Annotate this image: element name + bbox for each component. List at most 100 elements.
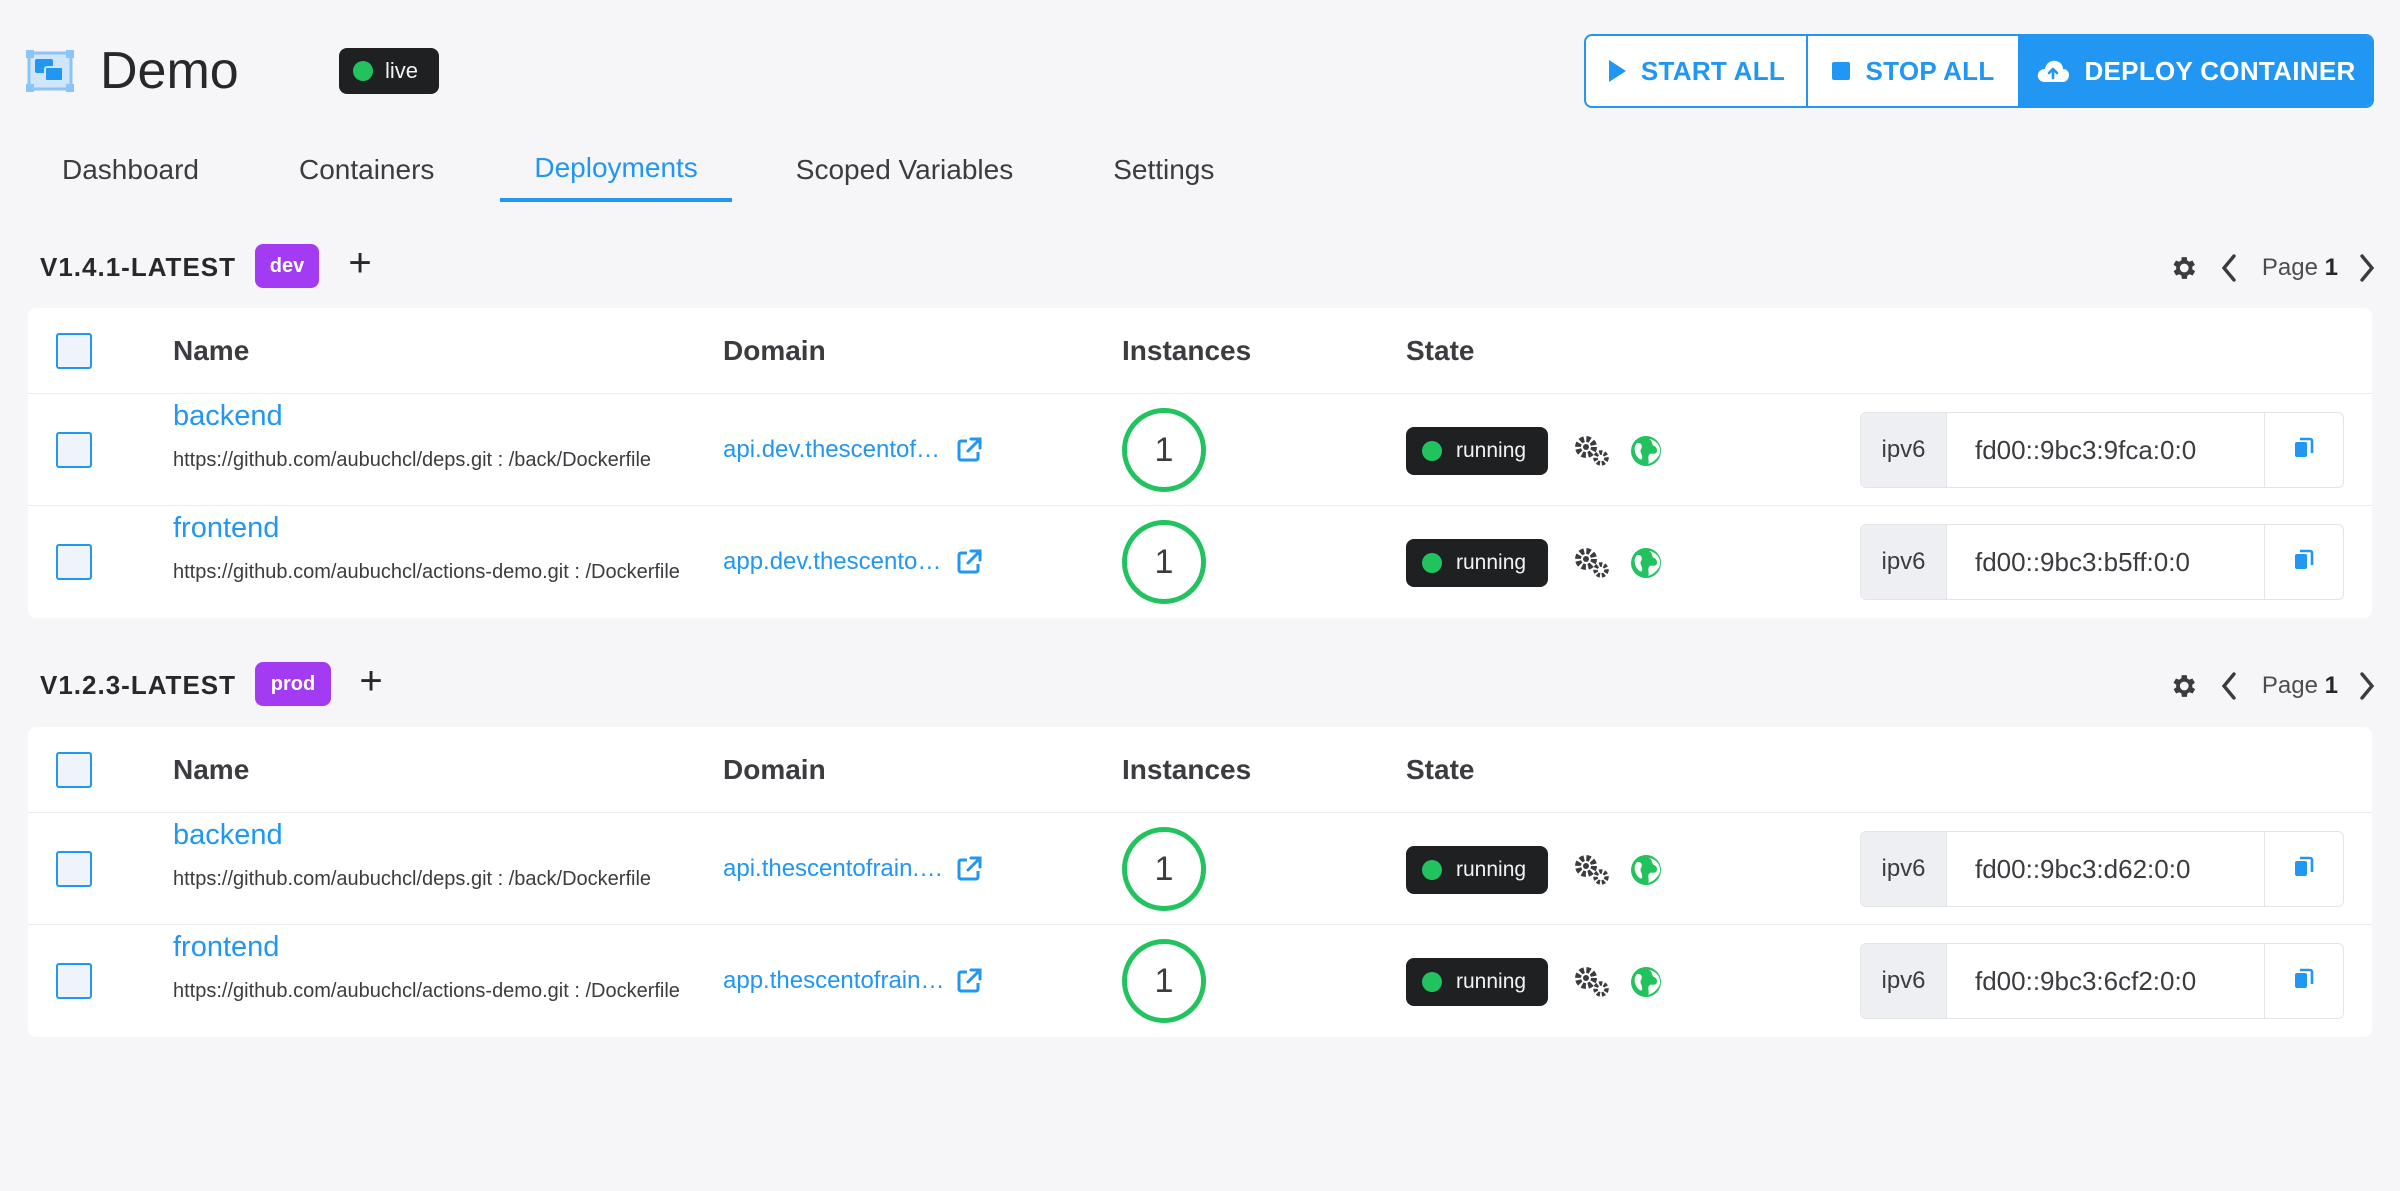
select-all-checkbox[interactable] xyxy=(56,333,92,369)
row-checkbox[interactable] xyxy=(56,432,92,468)
deploy-container-button[interactable]: DEPLOY CONTAINER xyxy=(2020,36,2372,106)
globe-icon[interactable] xyxy=(1629,434,1663,468)
domain-text: app.thescentofrain.com xyxy=(723,967,945,994)
deployments-table: Name Domain Instances State backend http… xyxy=(28,727,2372,1037)
add-deployment-button[interactable]: + xyxy=(349,656,393,706)
column-domain: Domain xyxy=(723,754,826,785)
copy-ip-button[interactable] xyxy=(2265,832,2343,906)
live-status-label: live xyxy=(385,58,419,83)
tab-dashboard[interactable]: Dashboard xyxy=(28,138,233,202)
add-deployment-button[interactable]: + xyxy=(338,238,382,288)
instance-count: 1 xyxy=(1122,939,1206,1023)
domain-link[interactable]: app.dev.thescentofrain.com xyxy=(723,548,983,576)
page-label: Page xyxy=(2261,254,2318,281)
deployment-name-link[interactable]: backend xyxy=(173,400,283,433)
ip-address-field[interactable]: fd00::9bc3:6cf2:0:0 xyxy=(1947,944,2265,1018)
cogs-icon[interactable] xyxy=(1573,434,1611,468)
chevron-right-icon[interactable] xyxy=(2358,671,2376,701)
row-checkbox[interactable] xyxy=(56,963,92,999)
globe-icon[interactable] xyxy=(1629,965,1663,999)
start-all-button[interactable]: START ALL xyxy=(1586,36,1808,106)
running-dot-icon xyxy=(1422,972,1442,992)
tab-scoped-variables[interactable]: Scoped Variables xyxy=(762,138,1047,202)
group-version: V1.4.1-LATEST xyxy=(40,252,237,282)
deployment-name-link[interactable]: frontend xyxy=(173,931,279,964)
copy-ip-button[interactable] xyxy=(2265,525,2343,599)
page-indicator: Page 1 xyxy=(2262,672,2338,700)
live-dot-icon xyxy=(353,61,373,81)
column-name: Name xyxy=(173,754,250,785)
table-row: frontend https://github.com/aubuchcl/act… xyxy=(28,506,2372,618)
table-row: frontend https://github.com/aubuchcl/act… xyxy=(28,925,2372,1037)
domain-link[interactable]: api.thescentofrain.com xyxy=(723,855,983,883)
page-number: 1 xyxy=(2324,254,2338,281)
row-checkbox[interactable] xyxy=(56,851,92,887)
deployments-table: Name Domain Instances State backend http… xyxy=(28,308,2372,618)
state-label: running xyxy=(1456,439,1527,462)
domain-link[interactable]: app.thescentofrain.com xyxy=(723,967,983,995)
chevron-left-icon[interactable] xyxy=(2220,253,2238,283)
chevron-right-icon[interactable] xyxy=(2358,253,2376,283)
state-badge: running xyxy=(1406,539,1548,587)
ip-type-label: ipv6 xyxy=(1861,525,1947,599)
gear-icon[interactable] xyxy=(2168,671,2198,701)
copy-icon xyxy=(2293,436,2315,465)
copy-icon xyxy=(2293,967,2315,996)
ip-address-group: ipv6 fd00::9bc3:9fca:0:0 xyxy=(1860,412,2344,488)
repo-path: https://github.com/aubuchcl/actions-demo… xyxy=(173,561,680,583)
ip-address-group: ipv6 fd00::9bc3:b5ff:0:0 xyxy=(1860,524,2344,600)
state-badge: running xyxy=(1406,846,1548,894)
ip-type-label: ipv6 xyxy=(1861,944,1947,1018)
ip-address-group: ipv6 fd00::9bc3:6cf2:0:0 xyxy=(1860,943,2344,1019)
cloud-upload-icon xyxy=(2036,58,2070,84)
group-version: V1.2.3-LATEST xyxy=(40,670,237,700)
chevron-left-icon[interactable] xyxy=(2220,671,2238,701)
state-label: running xyxy=(1456,551,1527,574)
table-header: Name Domain Instances State xyxy=(28,308,2372,394)
domain-link[interactable]: api.dev.thescentofrain.com xyxy=(723,436,983,464)
running-dot-icon xyxy=(1422,441,1442,461)
tab-settings[interactable]: Settings xyxy=(1079,138,1248,202)
ip-type-label: ipv6 xyxy=(1861,413,1947,487)
ip-address-field[interactable]: fd00::9bc3:9fca:0:0 xyxy=(1947,413,2265,487)
copy-icon xyxy=(2293,548,2315,577)
start-all-label: START ALL xyxy=(1640,55,1786,86)
live-status-badge: live xyxy=(339,48,439,94)
tab-containers[interactable]: Containers xyxy=(265,138,468,202)
external-link-icon xyxy=(955,855,983,883)
env-badge: dev xyxy=(255,244,319,288)
ip-address-field[interactable]: fd00::9bc3:d62:0:0 xyxy=(1947,832,2265,906)
external-link-icon xyxy=(955,436,983,464)
page-label: Page xyxy=(2261,672,2318,699)
copy-ip-button[interactable] xyxy=(2265,944,2343,1018)
deployment-name-link[interactable]: backend xyxy=(173,819,283,852)
row-checkbox[interactable] xyxy=(56,544,92,580)
cogs-icon[interactable] xyxy=(1573,853,1611,887)
gear-icon[interactable] xyxy=(2168,253,2198,283)
state-badge: running xyxy=(1406,427,1548,475)
globe-icon[interactable] xyxy=(1629,546,1663,580)
repo-path: https://github.com/aubuchcl/deps.git : /… xyxy=(173,868,652,890)
stop-all-button[interactable]: STOP ALL xyxy=(1808,36,2020,106)
globe-icon[interactable] xyxy=(1629,853,1663,887)
stop-icon xyxy=(1831,61,1851,81)
pager: Page 1 xyxy=(2168,246,2376,290)
main-tabs: Dashboard Containers Deployments Scoped … xyxy=(28,138,1248,204)
column-domain: Domain xyxy=(723,335,826,366)
cogs-icon[interactable] xyxy=(1573,965,1611,999)
column-instances: Instances xyxy=(1122,754,1252,785)
table-row: backend https://github.com/aubuchcl/deps… xyxy=(28,394,2372,506)
table-header: Name Domain Instances State xyxy=(28,727,2372,813)
column-instances: Instances xyxy=(1122,335,1252,366)
select-all-checkbox[interactable] xyxy=(56,752,92,788)
repo-path: https://github.com/aubuchcl/actions-demo… xyxy=(173,980,680,1002)
env-badge: prod xyxy=(255,662,331,706)
stop-all-label: STOP ALL xyxy=(1865,55,1995,86)
page-title: Demo xyxy=(100,42,239,100)
tab-deployments[interactable]: Deployments xyxy=(500,138,732,202)
domain-text: api.dev.thescentofrain.com xyxy=(723,436,945,463)
deployment-name-link[interactable]: frontend xyxy=(173,512,279,545)
copy-ip-button[interactable] xyxy=(2265,413,2343,487)
cogs-icon[interactable] xyxy=(1573,546,1611,580)
ip-address-field[interactable]: fd00::9bc3:b5ff:0:0 xyxy=(1947,525,2265,599)
